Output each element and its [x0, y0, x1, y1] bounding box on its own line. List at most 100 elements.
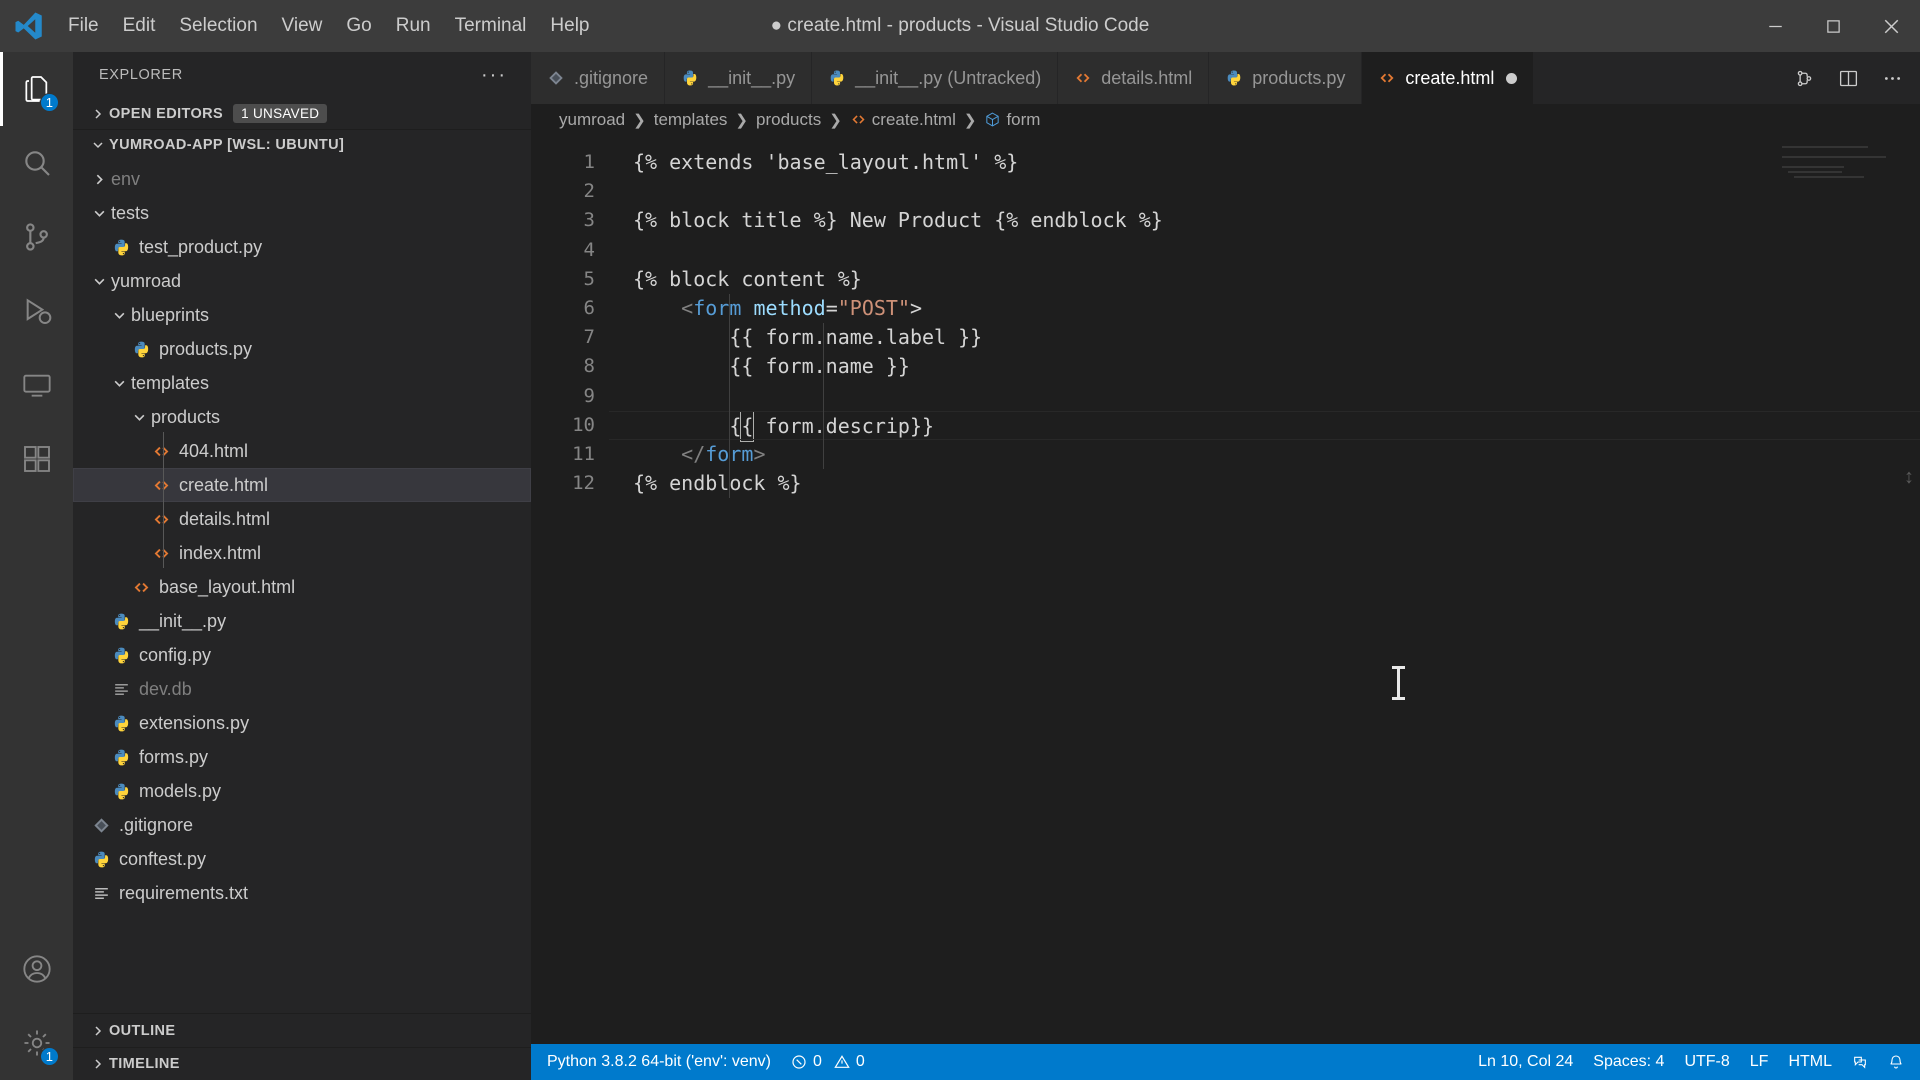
- open-editors-section[interactable]: OPEN EDITORS 1 UNSAVED: [73, 98, 531, 129]
- editor-tab-details-html[interactable]: details.html: [1058, 52, 1210, 104]
- tree-item-details-html[interactable]: details.html: [73, 502, 531, 536]
- tree-item-create-html[interactable]: create.html: [73, 468, 531, 502]
- tree-item-yumroad[interactable]: yumroad: [73, 264, 531, 298]
- outline-section[interactable]: OUTLINE: [73, 1014, 531, 1047]
- indent-guide: [729, 294, 730, 499]
- folder-twisty[interactable]: [87, 207, 111, 220]
- tree-item--gitignore[interactable]: .gitignore: [73, 808, 531, 842]
- code-line-11[interactable]: </form>: [609, 440, 1920, 469]
- code-line-1[interactable]: {% extends 'base_layout.html' %}: [609, 148, 1920, 177]
- workspace-label: YUMROAD-APP [WSL: UBUNTU]: [109, 137, 345, 153]
- menu-file[interactable]: File: [56, 0, 111, 52]
- folder-twisty[interactable]: [87, 173, 111, 186]
- tree-item-label: extensions.py: [139, 712, 250, 733]
- code-content[interactable]: {% extends 'base_layout.html' %} {% block…: [609, 136, 1920, 1044]
- tree-item--init-py[interactable]: __init__.py: [73, 604, 531, 638]
- code-line-3[interactable]: {% block title %} New Product {% endbloc…: [609, 206, 1920, 235]
- maximize-button[interactable]: [1804, 0, 1862, 52]
- split-editor-icon[interactable]: [1790, 64, 1818, 92]
- close-button[interactable]: [1862, 0, 1920, 52]
- folder-twisty[interactable]: [107, 309, 131, 322]
- code-line-2[interactable]: [609, 177, 1920, 206]
- tree-item-templates[interactable]: templates: [73, 366, 531, 400]
- workspace-section[interactable]: YUMROAD-APP [WSL: UBUNTU]: [73, 129, 531, 160]
- tree-item-blueprints[interactable]: blueprints: [73, 298, 531, 332]
- menu-help[interactable]: Help: [538, 0, 601, 52]
- status-eol[interactable]: LF: [1740, 1044, 1779, 1080]
- breadcrumb-item-products[interactable]: products: [756, 110, 821, 130]
- menu-terminal[interactable]: Terminal: [443, 0, 539, 52]
- editor-tab--init-py-untracked-[interactable]: __init__.py (Untracked): [812, 52, 1059, 104]
- activity-manage[interactable]: 1: [0, 1006, 73, 1080]
- code-line-8[interactable]: {{ form.name }}: [609, 352, 1920, 381]
- tree-item-config-py[interactable]: config.py: [73, 638, 531, 672]
- tree-item-dev-db[interactable]: dev.db: [73, 672, 531, 706]
- timeline-section[interactable]: TIMELINE: [73, 1047, 531, 1080]
- editor-tab-products-py[interactable]: products.py: [1209, 52, 1363, 104]
- status-python-interpreter[interactable]: Python 3.8.2 64-bit ('env': venv): [537, 1044, 781, 1080]
- tree-item-base-layout-html[interactable]: base_layout.html: [73, 570, 531, 604]
- tree-item-label: models.py: [139, 780, 222, 801]
- menu-go[interactable]: Go: [334, 0, 383, 52]
- code-line-4[interactable]: [609, 236, 1920, 265]
- tree-item-models-py[interactable]: models.py: [73, 774, 531, 808]
- folder-twisty[interactable]: [127, 411, 151, 424]
- code-line-9[interactable]: [609, 382, 1920, 411]
- menu-selection[interactable]: Selection: [167, 0, 269, 52]
- tree-item-404-html[interactable]: 404.html: [73, 434, 531, 468]
- code-editor[interactable]: 1 2 3 4 5 6 7 8 9 10 11 12 {% extends 'base_layout.…: [531, 136, 1920, 1044]
- status-live-share[interactable]: [1842, 1044, 1878, 1080]
- folder-twisty[interactable]: [87, 275, 111, 288]
- editor-tab-create-html[interactable]: create.html: [1362, 52, 1535, 104]
- code-line-12[interactable]: {% endblock %}: [609, 469, 1920, 498]
- breadcrumb-separator: ❯: [829, 112, 842, 129]
- activity-explorer[interactable]: 1: [0, 52, 73, 126]
- code-line-5[interactable]: {% block content %}: [609, 265, 1920, 294]
- tree-item-products-py[interactable]: products.py: [73, 332, 531, 366]
- breadcrumb-item-templates[interactable]: templates: [654, 110, 728, 130]
- more-actions-icon[interactable]: [1878, 64, 1906, 92]
- tree-item-forms-py[interactable]: forms.py: [73, 740, 531, 774]
- code-line-6[interactable]: <form method="POST">: [609, 294, 1920, 323]
- tree-item-products[interactable]: products: [73, 400, 531, 434]
- status-problems[interactable]: 0 0: [781, 1044, 875, 1080]
- minimap[interactable]: [1782, 146, 1902, 206]
- status-cursor-position[interactable]: Ln 10, Col 24: [1468, 1044, 1583, 1080]
- minimize-button[interactable]: [1746, 0, 1804, 52]
- status-indentation[interactable]: Spaces: 4: [1583, 1044, 1674, 1080]
- breadcrumb-separator: ❯: [735, 112, 748, 129]
- activity-remote-explorer[interactable]: [0, 348, 73, 422]
- warning-icon: [834, 1055, 850, 1068]
- menu-view[interactable]: View: [270, 0, 335, 52]
- menu-run[interactable]: Run: [384, 0, 443, 52]
- breadcrumb-item-symbol[interactable]: form: [984, 110, 1040, 130]
- tree-item-conftest-py[interactable]: conftest.py: [73, 842, 531, 876]
- activity-extensions[interactable]: [0, 422, 73, 496]
- tree-item-tests[interactable]: tests: [73, 196, 531, 230]
- tree-item-requirements-txt[interactable]: requirements.txt: [73, 876, 531, 910]
- activity-search[interactable]: [0, 126, 73, 200]
- breadcrumb-item-file[interactable]: create.html: [850, 110, 956, 130]
- tab-dirty-indicator[interactable]: [1506, 72, 1518, 84]
- menu-edit[interactable]: Edit: [111, 0, 168, 52]
- tree-item-label: products: [151, 406, 221, 427]
- explorer-more-actions-icon[interactable]: ···: [481, 64, 507, 87]
- tree-item-env[interactable]: env: [73, 162, 531, 196]
- status-language-mode[interactable]: HTML: [1778, 1044, 1842, 1080]
- code-line-10[interactable]: {{ form.descrip}}: [609, 410, 1920, 442]
- folder-twisty[interactable]: [107, 377, 131, 390]
- activity-source-control[interactable]: [0, 200, 73, 274]
- tree-item-test-product-py[interactable]: test_product.py: [73, 230, 531, 264]
- activity-accounts[interactable]: [0, 932, 73, 1006]
- status-encoding[interactable]: UTF-8: [1674, 1044, 1739, 1080]
- status-notifications[interactable]: [1878, 1044, 1914, 1080]
- code-line-7[interactable]: {{ form.name.label }}: [609, 323, 1920, 352]
- activity-run-debug[interactable]: [0, 274, 73, 348]
- tree-item-label: requirements.txt: [119, 882, 249, 903]
- breadcrumb-item-yumroad[interactable]: yumroad: [559, 110, 625, 130]
- tree-item-index-html[interactable]: index.html: [73, 536, 531, 570]
- tree-item-extensions-py[interactable]: extensions.py: [73, 706, 531, 740]
- editor-tab--gitignore[interactable]: .gitignore: [531, 52, 666, 104]
- split-editor-right-icon[interactable]: [1834, 64, 1862, 92]
- editor-tab--init-py[interactable]: __init__.py: [665, 52, 813, 104]
